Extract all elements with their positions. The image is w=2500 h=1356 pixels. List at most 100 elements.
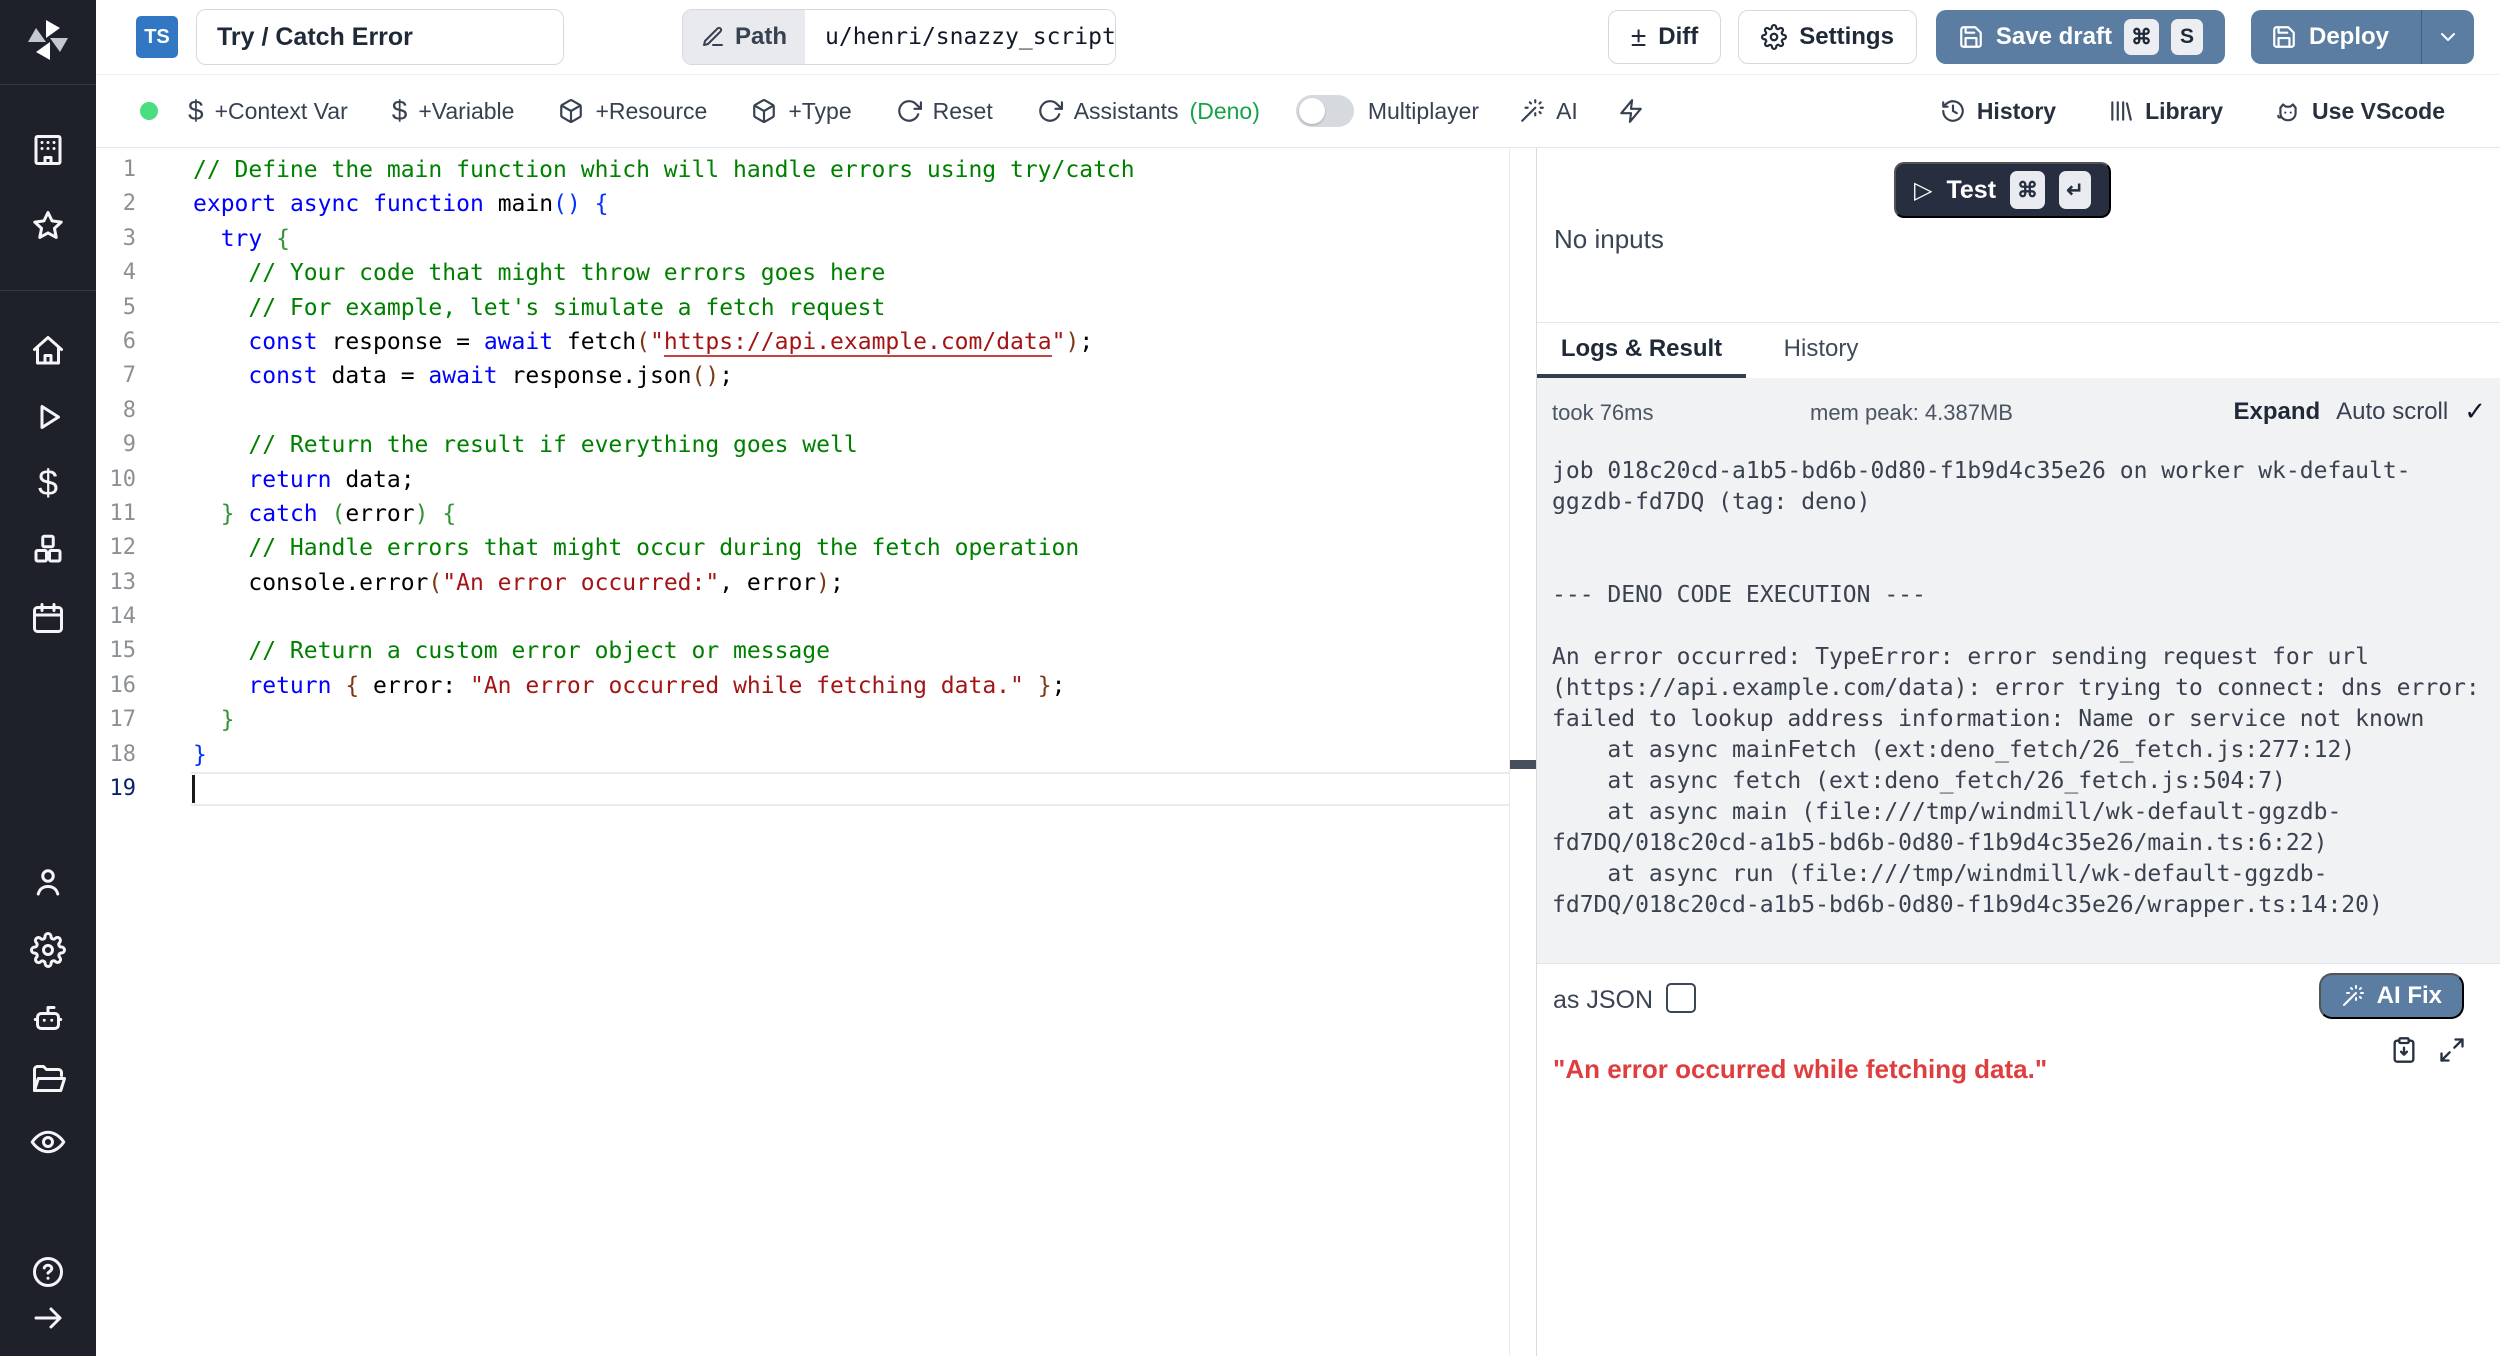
code-line[interactable]: 11 } catch (error) { (96, 497, 1509, 531)
run-panel: ▷ Test ⌘ ↵ No inputs Logs & Result Histo… (1536, 148, 2500, 1356)
ai-fix-button[interactable]: AI Fix (2319, 973, 2464, 1019)
code-line[interactable]: 10 return data; (96, 463, 1509, 497)
code-line[interactable]: 15 // Return a custom error object or me… (96, 634, 1509, 668)
editor-overview-ruler[interactable] (1509, 148, 1536, 1356)
help-icon[interactable] (30, 1254, 66, 1290)
workspace-building-icon[interactable] (30, 132, 66, 168)
multiplayer-label[interactable]: Multiplayer (1368, 98, 1479, 125)
schedules-calendar-icon[interactable] (30, 600, 66, 636)
kbd-command: ⌘ (2124, 19, 2159, 55)
code-line[interactable]: 6 const response = await fetch("https://… (96, 325, 1509, 359)
result-error-text: "An error occurred while fetching data." (1553, 1054, 2047, 1085)
expand-sidebar-arrow-icon[interactable] (30, 1300, 66, 1336)
text-cursor (192, 775, 195, 803)
pencil-icon (701, 25, 725, 49)
code-line[interactable]: 17 } (96, 703, 1509, 737)
home-icon[interactable] (30, 333, 66, 369)
line-number: 13 (96, 566, 158, 600)
use-vscode-button[interactable]: Use VScode (2275, 98, 2445, 125)
line-number: 15 (96, 634, 158, 668)
variables-dollar-icon[interactable]: $ (30, 465, 66, 501)
assistants-label: Assistants (1074, 98, 1179, 125)
library-button[interactable]: Library (2108, 98, 2223, 125)
copy-clipboard-icon[interactable] (2390, 1036, 2418, 1064)
line-number: 4 (96, 256, 158, 290)
add-resource-label: +Resource (595, 98, 707, 125)
line-number: 6 (96, 325, 158, 359)
line-number: 5 (96, 291, 158, 325)
code-line[interactable]: 18} (96, 738, 1509, 772)
settings-gear-icon[interactable] (30, 932, 66, 968)
tab-history[interactable]: History (1746, 324, 1896, 374)
line-number: 1 (96, 153, 158, 187)
duration-stat: took 76ms (1552, 400, 1654, 426)
ai-button[interactable]: AI (1519, 98, 1578, 125)
add-type-button[interactable]: +Type (751, 98, 851, 125)
tab-logs-result[interactable]: Logs & Result (1537, 324, 1746, 374)
code-line[interactable]: 8 (96, 394, 1509, 428)
library-label: Library (2145, 98, 2223, 125)
history-button[interactable]: History (1940, 98, 2056, 125)
deploy-button[interactable]: Deploy (2251, 10, 2474, 64)
code-line[interactable]: 3 try { (96, 222, 1509, 256)
octocat-icon (2275, 98, 2301, 124)
as-json-checkbox[interactable] (1666, 983, 1696, 1013)
code-line[interactable]: 9 // Return the result if everything goe… (96, 428, 1509, 462)
multiplayer-toggle[interactable] (1296, 95, 1354, 127)
line-number: 18 (96, 738, 158, 772)
code-line[interactable]: 7 const data = await response.json(); (96, 359, 1509, 393)
code-line[interactable]: 19 (96, 772, 1509, 806)
add-resource-button[interactable]: +Resource (558, 98, 707, 125)
assistants-button[interactable]: Assistants (Deno) (1037, 98, 1260, 125)
fullscreen-expand-icon[interactable] (2438, 1036, 2466, 1064)
code-line[interactable]: 1// Define the main function which will … (96, 153, 1509, 187)
kbd-enter: ↵ (2059, 171, 2091, 209)
multiplayer-text: Multiplayer (1368, 98, 1479, 125)
code-line[interactable]: 14 (96, 600, 1509, 634)
settings-button[interactable]: Settings (1738, 10, 1917, 64)
favorites-star-icon[interactable] (30, 208, 66, 244)
ai-label: AI (1556, 98, 1578, 125)
diff-button[interactable]: ± Diff (1608, 10, 1721, 64)
workers-robot-icon[interactable] (30, 1000, 66, 1036)
line-number: 16 (96, 669, 158, 703)
windmill-script-editor: $ TS (0, 0, 2500, 1356)
runs-play-icon[interactable] (30, 399, 66, 435)
add-context-var-label: +Context Var (215, 98, 348, 125)
path-label[interactable]: Path (683, 10, 805, 64)
resources-cubes-icon[interactable] (30, 531, 66, 567)
reset-button[interactable]: Reset (896, 98, 993, 125)
code-line[interactable]: 13 console.error("An error occurred:", e… (96, 566, 1509, 600)
code-line[interactable]: 16 return { error: "An error occurred wh… (96, 669, 1509, 703)
windmill-logo-icon[interactable] (24, 16, 72, 64)
audit-logs-eye-icon[interactable] (30, 1124, 66, 1160)
status-dot (140, 102, 158, 120)
code-line[interactable]: 4 // Your code that might throw errors g… (96, 256, 1509, 290)
as-json-label: as JSON (1553, 986, 1653, 1015)
code-editor[interactable]: 1// Define the main function which will … (96, 148, 1509, 1356)
script-title-input[interactable]: Try / Catch Error (196, 9, 564, 65)
code-line[interactable]: 5 // For example, let's simulate a fetch… (96, 291, 1509, 325)
autoscroll-toggle[interactable]: Auto scroll (2336, 398, 2448, 426)
expand-logs-button[interactable]: Expand (2233, 398, 2320, 426)
deno-hint: (Deno) (1190, 98, 1260, 125)
add-context-var-button[interactable]: $ +Context Var (188, 98, 348, 125)
code-line[interactable]: 12 // Handle errors that might occur dur… (96, 531, 1509, 565)
lightning-button[interactable] (1618, 98, 1644, 124)
users-person-icon[interactable] (30, 864, 66, 900)
test-button[interactable]: ▷ Test ⌘ ↵ (1894, 162, 2111, 218)
use-vscode-label: Use VScode (2312, 98, 2445, 125)
add-variable-label: +Variable (418, 98, 514, 125)
tabbar-divider (1537, 322, 2500, 323)
folders-icon[interactable] (30, 1062, 66, 1098)
save-draft-button[interactable]: Save draft ⌘ S (1936, 10, 2225, 64)
line-number: 3 (96, 222, 158, 256)
check-icon[interactable]: ✓ (2464, 396, 2486, 427)
path-field[interactable]: Path u/henri/snazzy_script (682, 9, 1116, 65)
save-icon (1958, 24, 1984, 50)
code-line[interactable]: 2export async function main() { (96, 187, 1509, 221)
add-variable-button[interactable]: $ +Variable (392, 98, 515, 125)
deploy-dropdown-button[interactable] (2421, 10, 2474, 64)
path-value-input[interactable]: u/henri/snazzy_script (805, 10, 1115, 64)
kbd-s: S (2171, 19, 2203, 55)
